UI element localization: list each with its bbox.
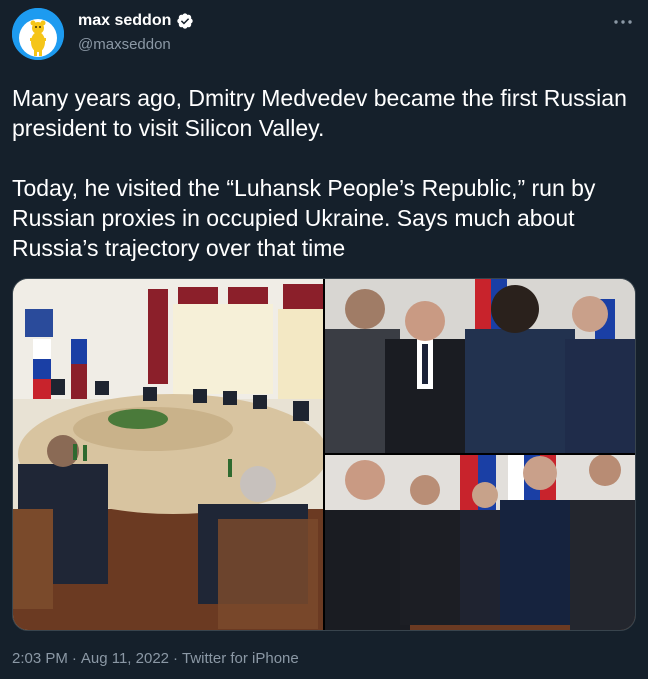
- more-horizontal-icon[interactable]: [612, 14, 634, 30]
- tweet-time[interactable]: 2:03 PM: [12, 650, 68, 667]
- media-grid: [12, 278, 636, 631]
- author-name-row[interactable]: max seddon: [78, 12, 194, 30]
- tweet-date[interactable]: Aug 11, 2022: [81, 650, 169, 667]
- tweet: max seddon @maxseddon Many years ago, Dm…: [0, 0, 648, 679]
- photo-standing-conversation[interactable]: [325, 279, 635, 453]
- tweet-paragraph: Today, he visited the “Luhansk People’s …: [12, 175, 596, 261]
- tweet-source[interactable]: Twitter for iPhone: [182, 650, 299, 667]
- avatar[interactable]: [12, 8, 64, 60]
- tweet-meta: 2:03 PM · Aug 11, 2022 · Twitter for iPh…: [12, 650, 299, 667]
- display-name[interactable]: max seddon: [78, 12, 171, 30]
- meta-separator: ·: [173, 650, 179, 667]
- tweet-paragraph: Many years ago, Dmitry Medvedev became t…: [12, 85, 627, 141]
- photo-conference-table[interactable]: [13, 279, 323, 630]
- meta-separator: ·: [71, 650, 77, 667]
- author-handle[interactable]: @maxseddon: [78, 36, 171, 53]
- yellow-bear-avatar-icon: [12, 8, 64, 60]
- tweet-text: Many years ago, Dmitry Medvedev became t…: [12, 83, 632, 263]
- verified-badge-icon: [176, 12, 194, 30]
- photo-group-posing[interactable]: [325, 455, 635, 630]
